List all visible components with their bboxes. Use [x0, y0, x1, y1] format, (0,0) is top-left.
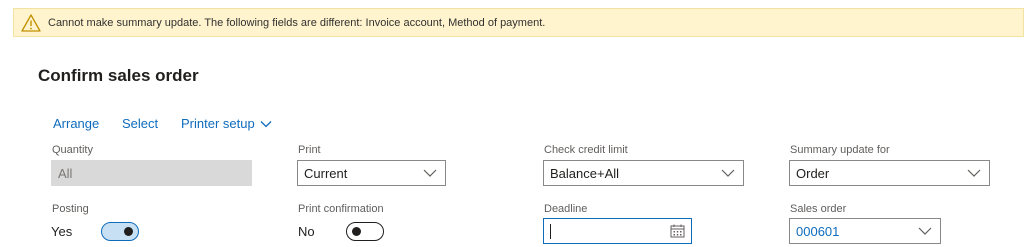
select-button[interactable]: Select	[122, 116, 158, 131]
text-cursor	[550, 223, 551, 239]
warning-message: Cannot make summary update. The followin…	[48, 16, 546, 29]
chevron-down-icon	[918, 225, 932, 237]
toggle-knob	[352, 227, 361, 236]
sales-order-label: Sales order	[790, 203, 847, 215]
check-credit-limit-value: Balance+All	[550, 165, 620, 181]
chevron-down-icon	[260, 120, 272, 128]
print-confirmation-label: Print confirmation	[298, 203, 384, 215]
quantity-field: All	[51, 160, 252, 186]
warning-banner: Cannot make summary update. The followin…	[13, 8, 1024, 37]
deadline-date-input[interactable]	[543, 218, 692, 244]
select-label: Select	[122, 116, 159, 131]
chevron-down-icon	[423, 167, 437, 179]
chevron-down-icon	[967, 167, 981, 179]
print-confirmation-toggle[interactable]	[346, 222, 384, 241]
deadline-label: Deadline	[544, 203, 588, 215]
print-select[interactable]: Current	[297, 160, 446, 186]
print-value: Current	[304, 165, 348, 181]
print-label: Print	[298, 144, 321, 156]
arrange-label: Arrange	[53, 116, 100, 131]
posting-value: Yes	[51, 224, 73, 239]
sales-order-value: 000601	[796, 223, 840, 239]
print-confirmation-value: No	[298, 224, 315, 239]
posting-label: Posting	[52, 203, 89, 215]
sales-order-select[interactable]: 000601	[789, 218, 941, 244]
check-credit-limit-select[interactable]: Balance+All	[543, 160, 744, 186]
page-title: Confirm sales order	[38, 66, 199, 85]
printer-setup-label: Printer setup	[181, 116, 255, 131]
posting-toggle[interactable]	[101, 222, 139, 241]
chevron-down-icon	[721, 167, 735, 179]
quantity-label: Quantity	[52, 144, 93, 156]
calendar-icon[interactable]	[670, 224, 685, 238]
warning-icon	[21, 13, 41, 32]
printer-setup-button[interactable]: Printer setup	[181, 116, 272, 131]
summary-update-for-value: Order	[796, 165, 830, 181]
arrange-button[interactable]: Arrange	[53, 116, 99, 131]
quantity-value: All	[58, 165, 73, 181]
toggle-knob	[124, 227, 133, 236]
summary-update-for-label: Summary update for	[790, 144, 890, 156]
summary-update-for-select[interactable]: Order	[789, 160, 990, 186]
check-credit-limit-label: Check credit limit	[544, 144, 628, 156]
